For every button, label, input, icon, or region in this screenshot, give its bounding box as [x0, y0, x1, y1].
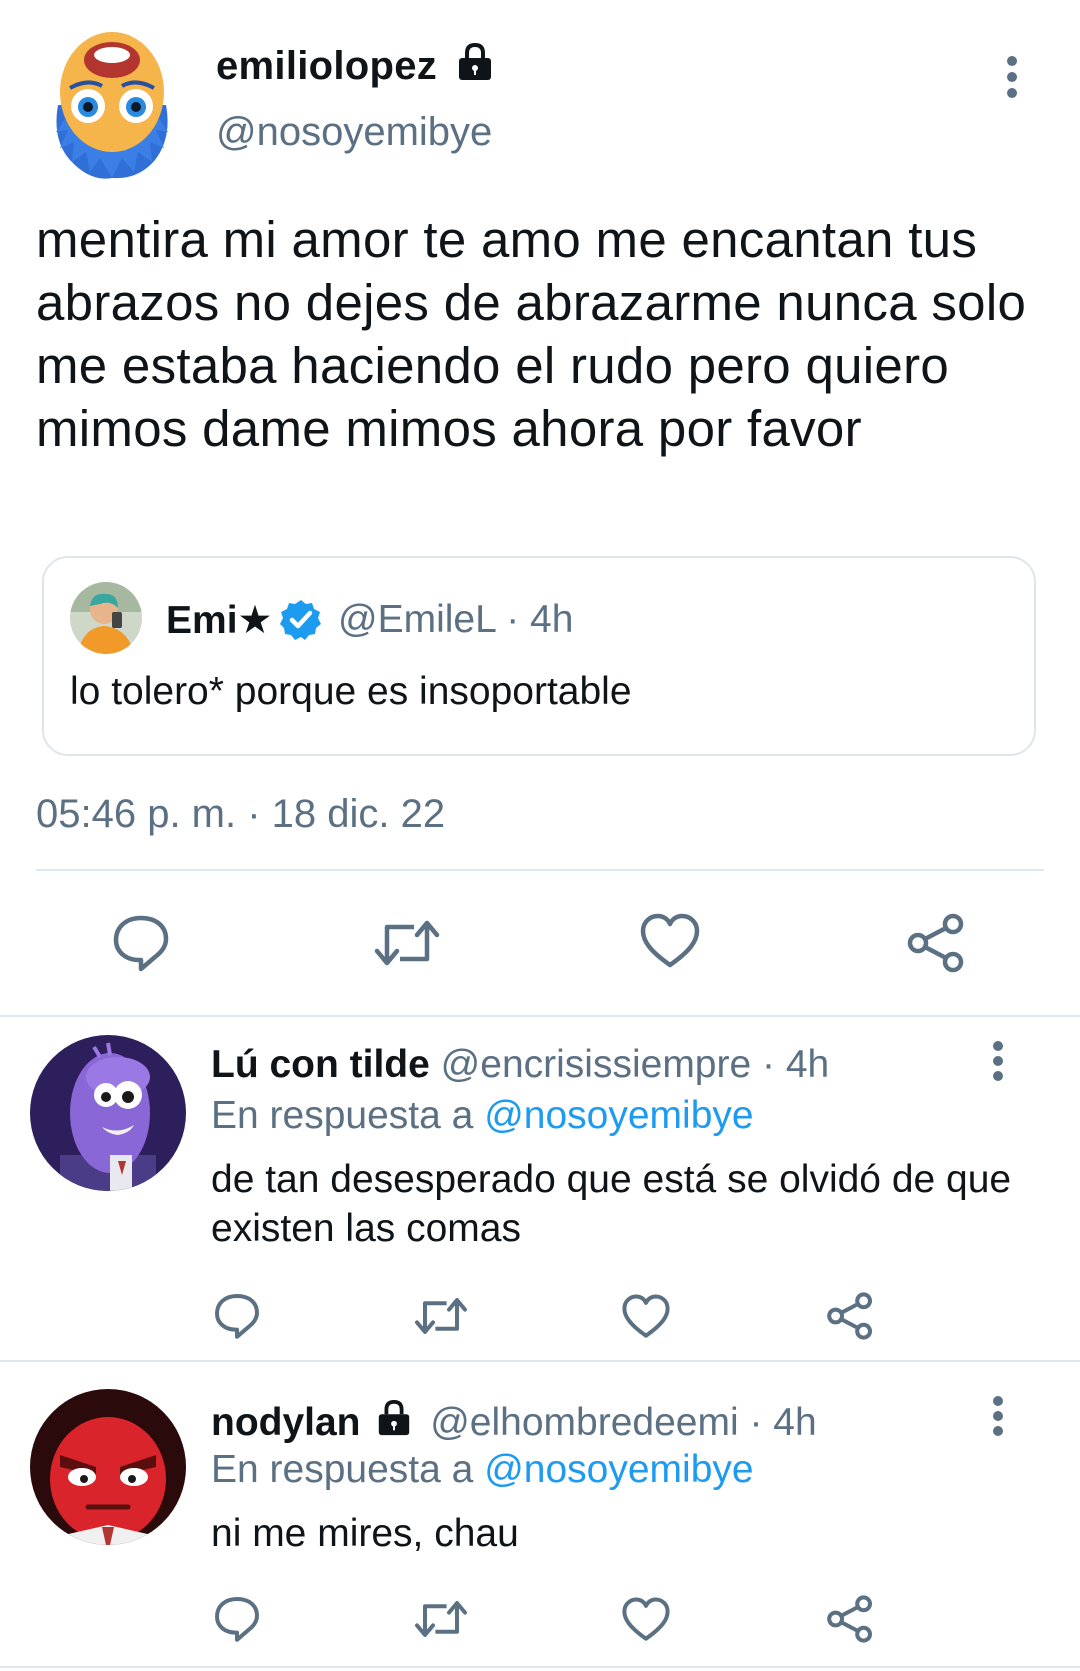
more-options-icon[interactable] — [991, 1040, 1005, 1082]
like-icon[interactable] — [640, 913, 700, 969]
tweet-text: mentira mi amor te amo me encantan tus a… — [36, 211, 1027, 457]
avatar[interactable] — [30, 1035, 186, 1191]
quoted-tweet-card[interactable]: Emi★ @EmileL · 4h lo tolero* porque es i… — [42, 556, 1036, 756]
lock-icon — [375, 1399, 413, 1447]
share-icon[interactable] — [906, 913, 966, 973]
reply-icon[interactable] — [213, 1292, 261, 1340]
reply-icon[interactable] — [213, 1595, 261, 1643]
quoted-display-name[interactable]: Emi★ — [166, 598, 273, 643]
share-icon[interactable] — [826, 1595, 874, 1643]
author-handle[interactable]: @nosoyemibye — [216, 110, 492, 155]
reply-handle-time[interactable]: @elhombredeemi · 4h — [430, 1401, 816, 1444]
retweet-icon[interactable] — [414, 1595, 468, 1643]
reply-prefix: En respuesta a — [211, 1094, 474, 1137]
retweet-icon[interactable] — [374, 913, 440, 973]
quoted-handle-time[interactable]: @EmileL · 4h — [338, 598, 573, 642]
reply-display-name[interactable]: nodylan — [211, 1401, 361, 1444]
reply-header[interactable]: nodylan @elhombredeemi · 4h — [211, 1399, 817, 1447]
share-icon[interactable] — [826, 1292, 874, 1340]
retweet-icon[interactable] — [414, 1292, 468, 1340]
more-options-icon[interactable] — [991, 1395, 1005, 1437]
lock-icon — [455, 42, 495, 82]
reply-prefix: En respuesta a — [211, 1448, 474, 1491]
reply-mention-link[interactable]: @nosoyemibye — [484, 1448, 753, 1491]
reply-header[interactable]: Lú con tilde @encrisissiempre · 4h — [211, 1043, 829, 1087]
avatar[interactable] — [50, 20, 175, 180]
like-icon[interactable] — [622, 1294, 670, 1339]
quoted-tweet-text: lo tolero* porque es insoportable — [70, 670, 632, 713]
divider — [0, 1015, 1080, 1017]
quoted-avatar[interactable] — [70, 582, 142, 654]
like-icon[interactable] — [622, 1597, 670, 1642]
tweet-timestamp[interactable]: 05:46 p. m. · 18 dic. 22 — [36, 792, 445, 837]
reply-context: En respuesta a @nosoyemibye — [211, 1094, 754, 1138]
divider — [36, 869, 1044, 871]
reply-display-name[interactable]: Lú con tilde — [211, 1043, 430, 1086]
reply-context: En respuesta a @nosoyemibye — [211, 1448, 754, 1492]
more-options-icon[interactable] — [1005, 54, 1019, 100]
verified-icon — [279, 598, 323, 642]
divider — [0, 1360, 1080, 1362]
reply-handle-time[interactable]: @encrisissiempre · 4h — [441, 1043, 830, 1086]
divider — [0, 1666, 1080, 1668]
avatar[interactable] — [30, 1389, 186, 1545]
author-display-name[interactable]: emiliolopez — [216, 44, 437, 89]
reply-text: ni me mires, chau — [211, 1512, 519, 1555]
reply-icon[interactable] — [111, 913, 171, 973]
reply-text: de tan desesperado que está se olvidó de… — [211, 1158, 1012, 1250]
reply-mention-link[interactable]: @nosoyemibye — [484, 1094, 753, 1137]
